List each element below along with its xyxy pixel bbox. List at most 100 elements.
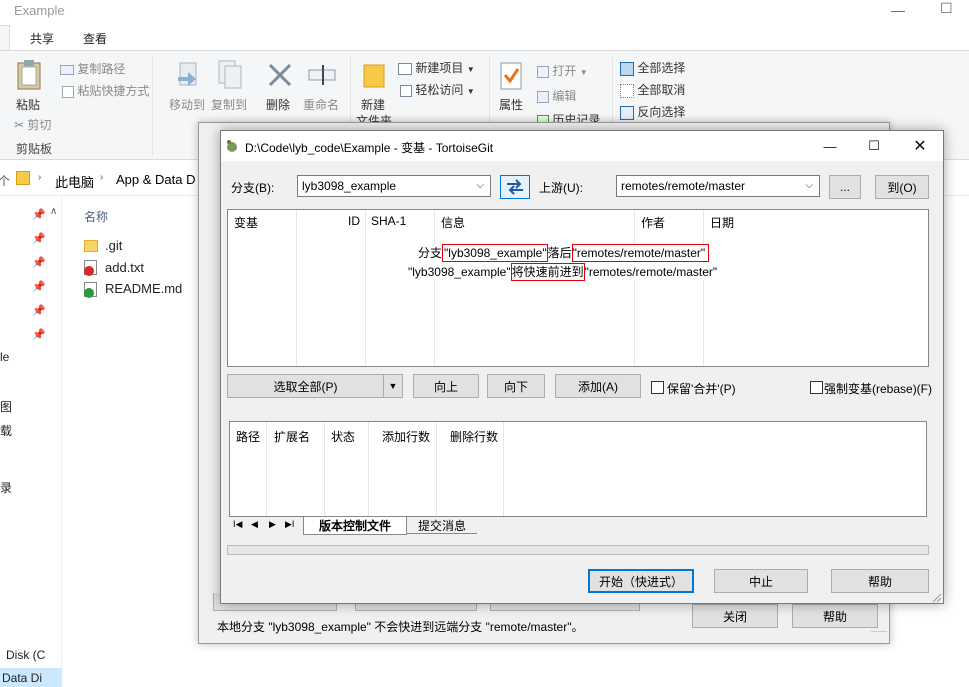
select-all-icon: [620, 61, 634, 76]
nav-item-disk[interactable]: Disk (C: [6, 648, 45, 662]
abort-button[interactable]: 中止: [714, 569, 808, 593]
browse-button[interactable]: ...: [829, 175, 861, 199]
copy-to-button[interactable]: 复制到: [211, 96, 247, 113]
column-header-author[interactable]: 作者: [641, 214, 665, 231]
upstream-select-value: remotes/remote/master: [621, 179, 746, 193]
help-button[interactable]: 帮助: [792, 604, 878, 628]
list-item[interactable]: add.txt: [105, 260, 144, 275]
dialog-title: D:\Code\lyb_code\Example - 变基 - Tortoise…: [245, 141, 494, 155]
column-divider: [703, 210, 704, 366]
list-item[interactable]: README.md: [105, 281, 182, 296]
explorer-title-bar: Example — ☐: [0, 0, 969, 24]
scrollbar-corner: [871, 631, 887, 643]
column-header-lines-added[interactable]: 添加行数: [382, 428, 430, 445]
branch-label: 分支(B):: [231, 181, 275, 195]
status-text: 本地分支 "lyb3098_example" 不会快进到远端分支 "remote…: [217, 620, 584, 634]
commit-list[interactable]: 变基 ID SHA-1 信息 作者 日期 分支 "lyb3098_example"…: [227, 209, 929, 367]
last-tab-icon[interactable]: ▶I: [285, 519, 294, 530]
column-header-message[interactable]: 信息: [441, 214, 465, 231]
column-header-rebase[interactable]: 变基: [234, 214, 258, 231]
minimize-icon[interactable]: —: [891, 2, 905, 18]
force-rebase-checkbox[interactable]: [810, 381, 823, 394]
prev-tab-icon[interactable]: ◀: [251, 519, 258, 530]
new-item-button[interactable]: 新建项目 ▼: [398, 59, 475, 76]
nav-item-fragment[interactable]: 录: [0, 479, 12, 496]
tab-view[interactable]: 查看: [83, 30, 107, 47]
changed-files-list[interactable]: 路径 扩展名 状态 添加行数 删除行数: [229, 421, 927, 517]
breadcrumb-this-pc[interactable]: 此电脑: [55, 172, 94, 191]
message-prefix: 分支: [418, 246, 443, 260]
easy-access-button[interactable]: 轻松访问 ▼: [400, 81, 475, 98]
file-list: 名称 .git add.txt README.md: [70, 196, 210, 396]
open-button[interactable]: 打开 ▼: [537, 62, 588, 79]
first-tab-icon[interactable]: I◀: [233, 519, 242, 530]
nav-item-fragment[interactable]: le: [0, 350, 9, 364]
preserve-merge-label: 保留'合并'(P): [667, 382, 736, 396]
status-message-line1: 分支 "lyb3098_example"落后"remotes/remote/mas…: [418, 244, 710, 262]
rename-button[interactable]: 重命名: [303, 96, 339, 113]
copy-path-button[interactable]: 复制路径: [60, 60, 125, 77]
column-header-sha1[interactable]: SHA-1: [371, 214, 406, 228]
column-divider: [634, 210, 635, 366]
tab-share[interactable]: 共享: [30, 30, 54, 47]
properties-button[interactable]: 属性: [499, 96, 523, 113]
upstream-select[interactable]: remotes/remote/master ⌵: [616, 175, 820, 197]
paste-button[interactable]: [16, 59, 42, 94]
tab-commit-message[interactable]: 提交消息: [407, 517, 477, 534]
dropdown-arrow-icon: ▼: [466, 65, 475, 74]
message-upstream: "remotes/remote/master": [584, 265, 718, 279]
maximize-icon[interactable]: ☐: [851, 131, 897, 161]
minimize-icon[interactable]: —: [807, 131, 853, 161]
resize-grip-icon[interactable]: [932, 592, 942, 603]
next-tab-icon[interactable]: ▶: [269, 519, 276, 530]
nav-item-fragment[interactable]: 载: [0, 422, 12, 439]
cut-button[interactable]: ✂ 剪切: [14, 116, 51, 133]
select-all-button[interactable]: 全部选择: [620, 59, 685, 76]
column-header-extension[interactable]: 扩展名: [274, 428, 310, 445]
rebase-dialog: D:\Code\lyb_code\Example - 变基 - Tortoise…: [220, 130, 944, 604]
new-folder-icon: [362, 61, 386, 92]
move-up-button[interactable]: 向上: [413, 374, 479, 398]
select-all-split-button[interactable]: 选取全部(P) ▼: [227, 374, 403, 398]
dialog-title-bar: D:\Code\lyb_code\Example - 变基 - Tortoise…: [221, 131, 943, 161]
column-header-status[interactable]: 状态: [331, 428, 355, 445]
breadcrumb-app-data[interactable]: App & Data D: [116, 172, 196, 187]
move-to-button[interactable]: 移动到: [169, 96, 205, 113]
edit-button[interactable]: 编辑: [537, 87, 576, 104]
help-button[interactable]: 帮助: [831, 569, 929, 593]
file-conflict-icon: [84, 260, 97, 276]
column-header-date[interactable]: 日期: [710, 214, 734, 231]
column-header-name[interactable]: 名称: [84, 208, 108, 225]
delete-button[interactable]: 删除: [266, 96, 290, 113]
nav-item-data[interactable]: Data Di: [2, 671, 42, 685]
start-fast-forward-button[interactable]: 开始（快进式）: [588, 569, 694, 593]
column-header-lines-deleted[interactable]: 删除行数: [450, 428, 498, 445]
move-down-button[interactable]: 向下: [487, 374, 545, 398]
close-button[interactable]: 关闭: [692, 604, 778, 628]
select-none-button[interactable]: 全部取消: [620, 81, 685, 98]
up-arrow-icon[interactable]: 个: [0, 172, 10, 189]
list-item[interactable]: .git: [105, 238, 122, 253]
branch-select[interactable]: lyb3098_example ⌵: [297, 175, 491, 197]
tab-file[interactable]: [0, 25, 10, 51]
to-button[interactable]: 到(O): [875, 175, 929, 199]
status-message-line2: "lyb3098_example"将快速前进到"remotes/remote/m…: [408, 263, 718, 281]
nav-item-fragment[interactable]: 图: [0, 398, 12, 415]
swap-button[interactable]: [500, 175, 530, 199]
folder-icon: [16, 171, 30, 185]
maximize-icon[interactable]: ☐: [940, 0, 953, 17]
delete-icon: [266, 61, 294, 92]
collapse-icon[interactable]: ∧: [50, 206, 57, 217]
paste-shortcut-button[interactable]: 粘贴快捷方式: [62, 82, 149, 99]
column-header-id[interactable]: ID: [348, 214, 360, 228]
dropdown-arrow-icon[interactable]: ▼: [384, 381, 402, 391]
tab-versioned-files[interactable]: 版本控制文件: [303, 517, 407, 535]
close-icon[interactable]: ✕: [897, 131, 943, 161]
invert-selection-button[interactable]: 反向选择: [620, 103, 685, 120]
rename-icon: [307, 63, 337, 90]
new-folder-button[interactable]: 新建: [361, 96, 385, 113]
preserve-merge-checkbox[interactable]: [651, 381, 664, 394]
add-button[interactable]: 添加(A): [555, 374, 641, 398]
column-header-path[interactable]: 路径: [236, 428, 260, 445]
progress-bar: [227, 545, 929, 555]
